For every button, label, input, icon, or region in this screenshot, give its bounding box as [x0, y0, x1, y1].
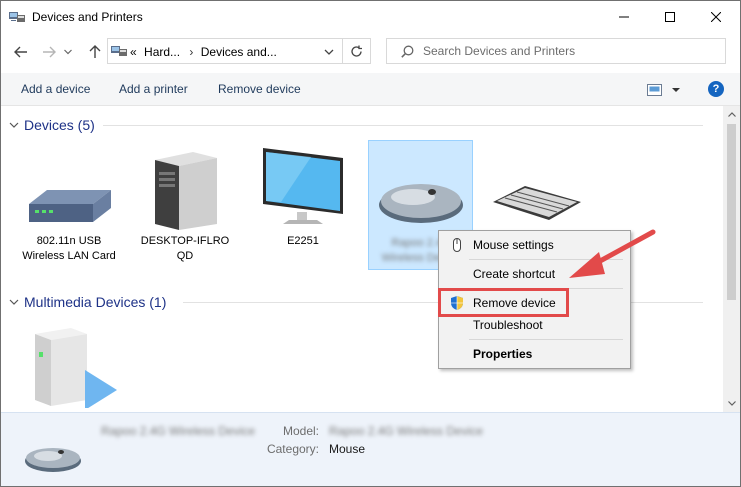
recent-locations-button[interactable]: [61, 41, 75, 63]
detail-category-key: Category:: [266, 442, 319, 456]
detail-device-name: Rapoo 2.4G Wireless Device: [101, 424, 256, 438]
refresh-button[interactable]: [343, 38, 371, 64]
breadcrumb-separator: ›: [189, 45, 194, 59]
menu-item-troubleshoot[interactable]: Troubleshoot: [441, 314, 628, 336]
maximize-button[interactable]: [647, 1, 693, 33]
annotation-highlight-box: [438, 288, 569, 317]
arrow-left-icon: [14, 46, 27, 58]
group-title-devices: Devices (5): [24, 117, 95, 133]
group-title-multimedia: Multimedia Devices (1): [24, 294, 167, 310]
add-printer-button[interactable]: Add a printer: [119, 82, 188, 96]
chevron-down-icon: [64, 49, 72, 55]
add-device-button[interactable]: Add a device: [21, 82, 90, 96]
devices-and-printers-window: Devices and Printers « Hard... › Devices…: [0, 0, 741, 487]
minimize-icon: [619, 16, 629, 18]
device-label: E2251: [287, 235, 319, 247]
detail-model-value: Rapoo 2.4G Wireless Device: [329, 424, 484, 438]
forward-button[interactable]: [38, 41, 60, 63]
breadcrumb-hardware[interactable]: Hard...: [144, 45, 180, 59]
device-label: DESKTOP-IFLRO QD: [140, 235, 230, 262]
menu-item-properties[interactable]: Properties: [441, 343, 628, 365]
command-bar: Add a device Add a printer Remove device…: [1, 73, 740, 106]
up-button[interactable]: [84, 41, 106, 63]
close-icon: [711, 12, 721, 22]
arrow-right-icon: [43, 46, 56, 58]
mouse-icon: [379, 184, 463, 223]
refresh-icon: [351, 45, 362, 57]
search-input[interactable]: [423, 42, 713, 60]
maximize-icon: [665, 12, 675, 22]
remove-device-button[interactable]: Remove device: [218, 82, 301, 96]
annotation-arrow-icon: [569, 229, 656, 278]
detail-category-value: Mouse: [329, 442, 366, 456]
vertical-scrollbar[interactable]: [723, 106, 740, 412]
device-item[interactable]: E2251: [251, 142, 355, 282]
devices-printers-icon: [9, 12, 25, 22]
media-device-icon: [35, 328, 117, 408]
change-view-icon[interactable]: [647, 83, 683, 97]
monitor-icon: [263, 148, 343, 224]
scroll-down-button[interactable]: [723, 395, 740, 412]
chevron-down-icon[interactable]: [323, 46, 335, 58]
window-title: Devices and Printers: [32, 10, 143, 24]
keyboard-icon: [493, 186, 581, 220]
device-item[interactable]: 802.11n USB Wireless LAN Card: [17, 142, 121, 282]
device-item[interactable]: DESKTOP-IFLRO QD: [133, 142, 237, 282]
chevron-down-icon: [9, 299, 19, 305]
group-divider: [103, 125, 703, 126]
navigation-bar: « Hard... › Devices and...: [1, 33, 740, 73]
help-button[interactable]: ?: [708, 81, 724, 97]
scroll-up-button[interactable]: [723, 106, 740, 123]
group-header-devices[interactable]: Devices (5): [1, 114, 723, 136]
detail-model-key: Model:: [282, 424, 319, 438]
chevron-down-icon: [9, 122, 19, 128]
desktop-tower-icon: [155, 152, 217, 230]
chevron-down-icon: [727, 401, 736, 406]
search-icon: [401, 45, 414, 58]
minimize-button[interactable]: [601, 1, 647, 33]
devices-printers-icon: [111, 46, 127, 56]
menu-item-label: Troubleshoot: [473, 318, 543, 332]
mouse-icon: [25, 448, 81, 472]
details-pane: Rapoo 2.4G Wireless Device Model: Rapoo …: [1, 412, 740, 486]
address-bar[interactable]: « Hard... › Devices and...: [107, 38, 343, 64]
chevron-up-icon: [727, 112, 736, 117]
menu-item-label: Properties: [473, 347, 533, 361]
close-button[interactable]: [693, 1, 739, 33]
wireless-router-icon: [29, 190, 111, 222]
back-button[interactable]: [10, 41, 32, 63]
device-label: 802.11n USB Wireless LAN Card: [22, 235, 116, 262]
menu-item-label: Mouse settings: [473, 238, 554, 252]
menu-separator: [469, 339, 623, 340]
title-bar: Devices and Printers: [1, 1, 740, 33]
scroll-thumb[interactable]: [727, 124, 736, 300]
breadcrumb-overflow[interactable]: «: [130, 45, 137, 59]
menu-item-label: Create shortcut: [473, 267, 556, 281]
arrow-up-icon: [89, 45, 101, 58]
search-box[interactable]: [386, 38, 726, 64]
mouse-small-icon: [453, 238, 461, 252]
breadcrumb-devices[interactable]: Devices and...: [201, 45, 277, 59]
device-item[interactable]: [17, 320, 121, 412]
breadcrumb: « Hard... › Devices and...: [130, 45, 281, 59]
